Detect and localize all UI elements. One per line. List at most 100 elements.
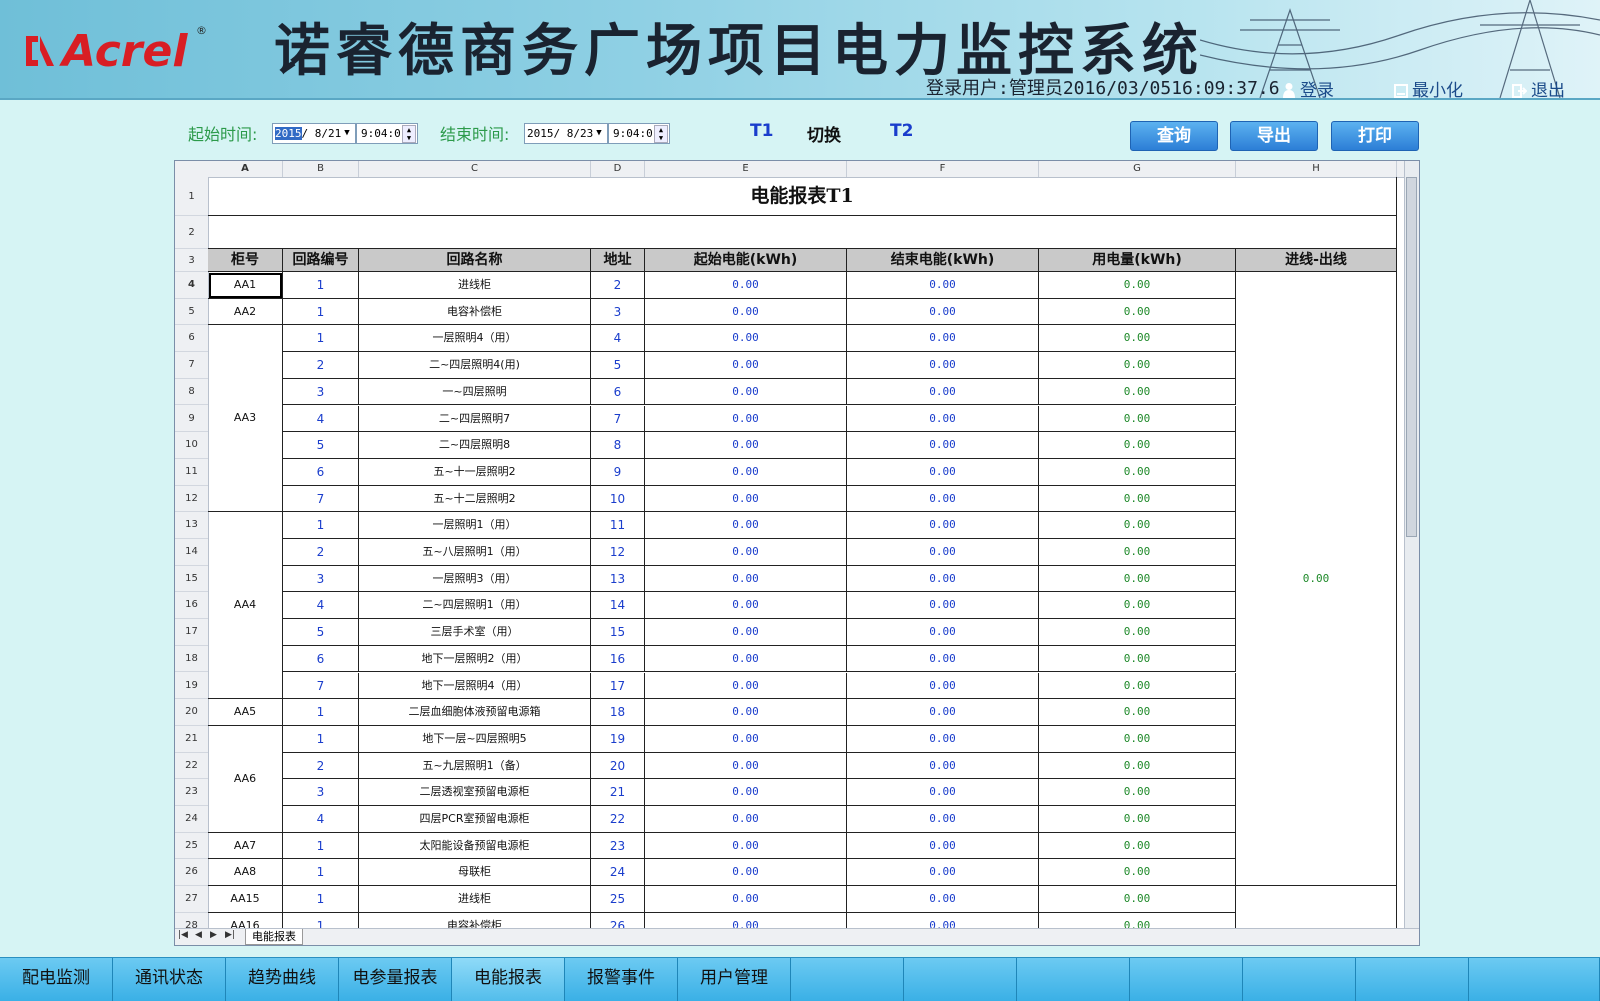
end-energy-cell[interactable]: 0.00 — [847, 592, 1039, 620]
start-energy-cell[interactable]: 0.00 — [645, 832, 847, 860]
loop-name-cell[interactable]: 一层照明1（用） — [359, 512, 591, 539]
start-energy-cell[interactable]: 0.00 — [645, 699, 847, 726]
report-spreadsheet[interactable]: ABCDEFGH 1 2 3 4 5 6 7 8 9 10 11 12 13 14 15 16 17 18 19 20… — [174, 160, 1420, 946]
minimize-button[interactable]: 最小化 — [1394, 76, 1463, 98]
end-energy-cell[interactable]: 0.00 — [847, 298, 1039, 326]
t2-toggle[interactable]: T2 — [890, 121, 913, 141]
loop-number-cell[interactable]: 1 — [283, 298, 359, 326]
address-cell[interactable]: 11 — [591, 512, 645, 539]
cabinet-cell[interactable]: AA6 — [208, 725, 283, 833]
address-cell[interactable]: 9 — [591, 458, 645, 486]
loop-name-cell[interactable]: 二层透视室预留电源柜 — [359, 779, 591, 806]
row-header[interactable]: 7 — [175, 352, 208, 379]
end-energy-cell[interactable]: 0.00 — [847, 325, 1039, 353]
spinner-icon[interactable]: ▲ ▼ — [402, 125, 416, 143]
address-cell[interactable]: 3 — [591, 298, 645, 326]
scrollbar-thumb[interactable] — [1406, 177, 1417, 537]
start-energy-cell[interactable]: 0.00 — [645, 619, 847, 646]
end-energy-cell[interactable]: 0.00 — [847, 272, 1039, 299]
loop-number-cell[interactable]: 1 — [283, 512, 359, 539]
start-time-picker[interactable]: 9:04:01 ▲ ▼ — [356, 123, 418, 144]
loop-number-cell[interactable]: 6 — [283, 458, 359, 486]
loop-number-cell[interactable]: 5 — [283, 432, 359, 459]
address-cell[interactable]: 16 — [591, 645, 645, 673]
usage-cell[interactable]: 0.00 — [1039, 725, 1236, 753]
last-sheet-icon[interactable]: ▶| — [225, 930, 235, 940]
end-energy-cell[interactable]: 0.00 — [847, 859, 1039, 887]
end-energy-cell[interactable]: 0.00 — [847, 645, 1039, 673]
exit-button[interactable]: 退出 — [1512, 76, 1565, 98]
loop-number-cell[interactable]: 1 — [283, 886, 359, 913]
end-energy-cell[interactable]: 0.00 — [847, 806, 1039, 833]
address-cell[interactable]: 4 — [591, 325, 645, 353]
column-header-a[interactable]: A — [208, 161, 283, 177]
loop-name-cell[interactable]: 四层PCR室预留电源柜 — [359, 806, 591, 833]
usage-cell[interactable]: 0.00 — [1039, 565, 1236, 593]
loop-name-cell[interactable]: 进线柜 — [359, 272, 591, 299]
loop-name-cell[interactable]: 二~四层照明8 — [359, 432, 591, 459]
export-button[interactable]: 导出 — [1230, 121, 1318, 151]
loop-name-cell[interactable]: 二~四层照明4(用) — [359, 352, 591, 379]
row-header[interactable]: 21 — [175, 726, 208, 753]
cabinet-cell[interactable]: AA3 — [208, 325, 283, 513]
usage-cell[interactable]: 0.00 — [1039, 539, 1236, 566]
address-cell[interactable]: 15 — [591, 619, 645, 646]
login-button[interactable]: 登录 — [1282, 76, 1334, 98]
loop-name-cell[interactable]: 一层照明3（用） — [359, 565, 591, 593]
address-cell[interactable]: 21 — [591, 779, 645, 806]
loop-number-cell[interactable]: 1 — [283, 272, 359, 299]
end-energy-cell[interactable]: 0.00 — [847, 378, 1039, 406]
row-header[interactable]: 15 — [175, 566, 208, 593]
loop-number-cell[interactable]: 5 — [283, 619, 359, 646]
usage-cell[interactable]: 0.00 — [1039, 752, 1236, 780]
usage-cell[interactable]: 0.00 — [1039, 352, 1236, 379]
usage-cell[interactable]: 0.00 — [1039, 378, 1236, 406]
end-energy-cell[interactable]: 0.00 — [847, 565, 1039, 593]
row-header[interactable]: 13 — [175, 512, 208, 539]
row-header[interactable]: 24 — [175, 806, 208, 833]
loop-number-cell[interactable]: 7 — [283, 485, 359, 513]
row-header[interactable]: 25 — [175, 833, 208, 860]
column-header-b[interactable]: B — [283, 161, 359, 177]
loop-name-cell[interactable]: 电容补偿柜 — [359, 912, 591, 929]
loop-number-cell[interactable]: 3 — [283, 565, 359, 593]
loop-number-cell[interactable]: 4 — [283, 592, 359, 620]
usage-cell[interactable]: 0.00 — [1039, 325, 1236, 353]
usage-cell[interactable]: 0.00 — [1039, 485, 1236, 513]
loop-name-cell[interactable]: 三层手术室（用） — [359, 619, 591, 646]
loop-name-cell[interactable]: 二~四层照明1（用） — [359, 592, 591, 620]
loop-number-cell[interactable]: 6 — [283, 645, 359, 673]
row-header[interactable]: 26 — [175, 859, 208, 887]
address-cell[interactable]: 6 — [591, 378, 645, 406]
address-cell[interactable]: 25 — [591, 886, 645, 913]
nav-tab-energy-report[interactable]: 电能报表 — [452, 958, 565, 1001]
row-header[interactable]: 23 — [175, 779, 208, 806]
start-energy-cell[interactable]: 0.00 — [645, 912, 847, 929]
start-energy-cell[interactable]: 0.00 — [645, 859, 847, 887]
start-energy-cell[interactable]: 0.00 — [645, 806, 847, 833]
row-header[interactable]: 3 — [175, 249, 208, 272]
usage-cell[interactable]: 0.00 — [1039, 512, 1236, 539]
address-cell[interactable]: 26 — [591, 912, 645, 929]
usage-cell[interactable]: 0.00 — [1039, 699, 1236, 726]
start-energy-cell[interactable]: 0.00 — [645, 352, 847, 379]
address-cell[interactable]: 23 — [591, 832, 645, 860]
start-energy-cell[interactable]: 0.00 — [645, 886, 847, 913]
row-header[interactable]: 17 — [175, 619, 208, 646]
usage-cell[interactable]: 0.00 — [1039, 592, 1236, 620]
usage-cell[interactable]: 0.00 — [1039, 806, 1236, 833]
row-header[interactable]: 19 — [175, 673, 208, 700]
loop-number-cell[interactable]: 1 — [283, 832, 359, 860]
end-energy-cell[interactable]: 0.00 — [847, 886, 1039, 913]
cabinet-cell[interactable]: AA2 — [208, 298, 283, 326]
row-header[interactable]: 14 — [175, 539, 208, 566]
start-energy-cell[interactable]: 0.00 — [645, 512, 847, 539]
usage-cell[interactable]: 0.00 — [1039, 645, 1236, 673]
nav-tab-distribution-monitor[interactable]: 配电监测 — [0, 958, 113, 1001]
address-cell[interactable]: 14 — [591, 592, 645, 620]
end-energy-cell[interactable]: 0.00 — [847, 779, 1039, 806]
loop-number-cell[interactable]: 1 — [283, 725, 359, 753]
loop-name-cell[interactable]: 二~四层照明7 — [359, 405, 591, 433]
row-header[interactable]: 22 — [175, 753, 208, 780]
start-energy-cell[interactable]: 0.00 — [645, 325, 847, 353]
